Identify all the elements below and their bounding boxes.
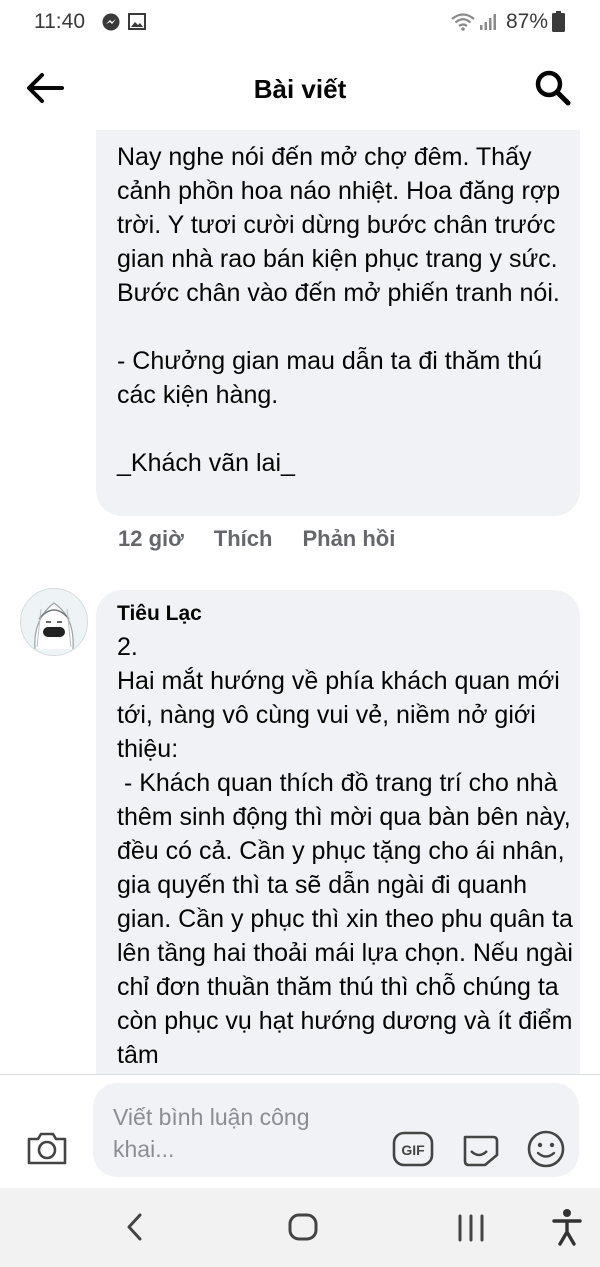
avatar[interactable] [20,588,88,656]
status-time: 11:40 [34,10,85,33]
wifi-icon [451,13,475,31]
comment-composer: Viết bình luận công khai... GIF [0,1074,600,1189]
battery-percent: 87% [506,10,549,33]
page-title: Bài viết [253,74,347,104]
sticker-icon[interactable] [459,1129,501,1169]
accessibility-icon[interactable] [552,1208,582,1246]
comment-list: Nay nghe nói đến mở chợ đêm. Thấy cảnh p… [0,130,600,1074]
app-header: Bài viết [0,46,600,130]
comment-text: Nay nghe nói đến mở chợ đêm. Thấy cảnh p… [117,143,561,477]
messenger-icon [102,13,120,31]
camera-icon[interactable] [25,1127,69,1167]
comment-bubble: Nay nghe nói đến mở chợ đêm. Thấy cảnh p… [96,130,580,516]
nav-back-icon[interactable] [122,1212,148,1242]
gif-label: GIF [401,1142,425,1158]
emoji-icon[interactable] [526,1129,566,1169]
comment-text: 2. Hai mắt hướng về phía khách quan mới … [117,633,573,1069]
comment-actions: 12 giờ Thích Phản hồi [118,526,425,552]
avatar-image [21,589,87,655]
search-icon[interactable] [533,68,573,108]
signal-icon [480,14,496,30]
nav-recent-apps-icon[interactable] [455,1213,487,1243]
comment-placeholder: Viết bình luận công khai... [113,1104,310,1162]
comment-time: 12 giờ [118,526,184,551]
nav-home-icon[interactable] [287,1212,319,1242]
comment-author[interactable]: Tiêu Lạc [117,602,202,626]
image-icon [128,13,146,30]
comment-input[interactable]: Viết bình luận công khai... GIF [93,1083,579,1177]
system-navigation-bar [0,1188,600,1267]
comment-bubble: Tiêu Lạc 2. Hai mắt hướng về phía khách … [96,590,580,1074]
reply-button[interactable]: Phản hồi [302,526,395,552]
status-bar: 11:40 87% [0,0,600,46]
battery-icon [552,11,565,32]
like-button[interactable]: Thích [214,526,273,552]
gif-icon[interactable]: GIF [392,1129,434,1169]
